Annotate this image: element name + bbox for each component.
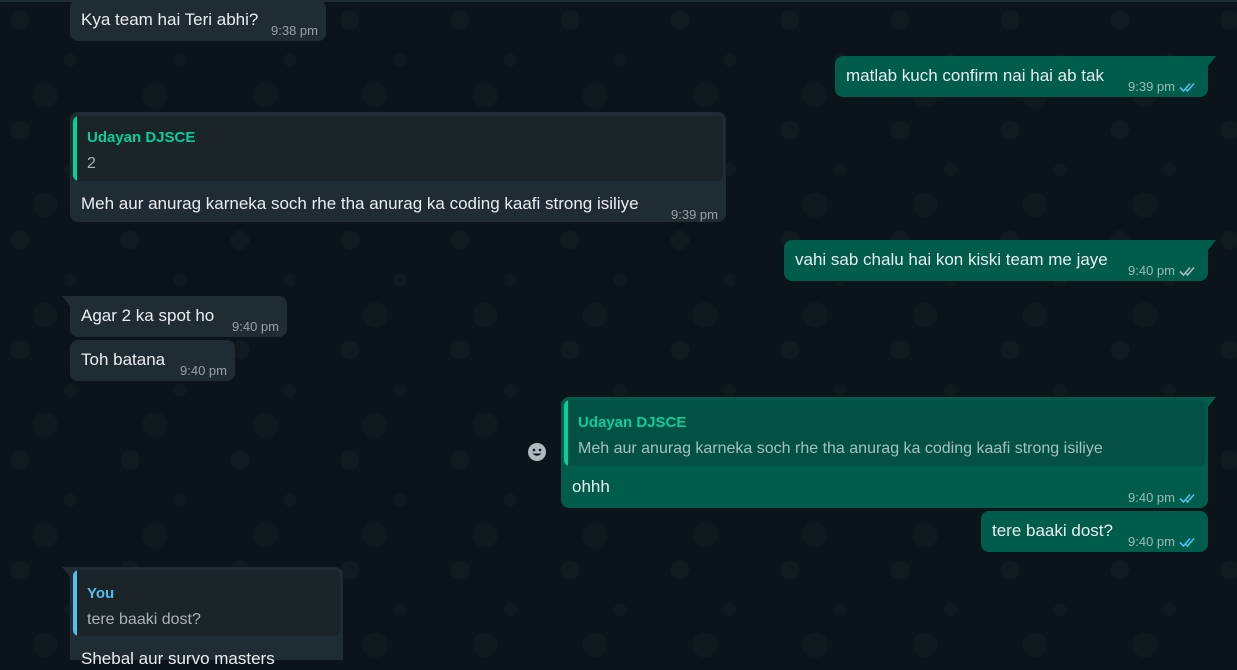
message-time: 9:40 pm bbox=[1128, 260, 1199, 282]
quote-accent-bar bbox=[73, 570, 77, 636]
time-label: 9:39 pm bbox=[671, 207, 718, 222]
quote-author: Udayan DJSCE bbox=[87, 129, 196, 146]
message-time: 9:40 pm bbox=[232, 316, 279, 338]
read-ticks-icon bbox=[1179, 537, 1195, 548]
message-time: 9:40 pm bbox=[180, 360, 227, 382]
delivered-ticks-icon bbox=[1179, 266, 1195, 277]
message-text: Kya team hai Teri abhi? bbox=[81, 10, 259, 29]
message-outgoing[interactable]: Udayan DJSCE Meh aur anurag karneka soch… bbox=[561, 397, 1216, 509]
time-label: 9:40 pm bbox=[1128, 534, 1175, 549]
message-text: ohhh bbox=[572, 477, 610, 496]
read-ticks-icon bbox=[1179, 493, 1195, 504]
quote-author: Udayan DJSCE bbox=[578, 414, 687, 431]
quote-text: Meh aur anurag karneka soch rhe tha anur… bbox=[578, 440, 1103, 457]
time-label: 9:40 pm bbox=[1128, 263, 1175, 278]
message-incoming[interactable]: You tere baaki dost? Shebal aur survo ma… bbox=[62, 567, 343, 668]
time-label: 9:39 pm bbox=[1128, 79, 1175, 94]
message-text: Shebal aur survo masters bbox=[81, 649, 275, 668]
message-time: 9:40 pm bbox=[1128, 531, 1199, 553]
message-incoming[interactable]: Kya team hai Teri abhi? 9:38 pm bbox=[70, 0, 326, 41]
message-incoming[interactable]: Udayan DJSCE 2 Meh aur anurag karneka so… bbox=[70, 112, 726, 222]
message-outgoing[interactable]: tere baaki dost? 9:40 pm bbox=[981, 511, 1208, 552]
message-text: tere baaki dost? bbox=[992, 521, 1113, 540]
read-ticks-icon bbox=[1179, 82, 1195, 93]
reaction-button[interactable] bbox=[522, 437, 552, 467]
time-label: 9:40 pm bbox=[180, 363, 227, 378]
quote-text: 2 bbox=[87, 155, 96, 172]
message-time: 9:40 pm bbox=[1128, 487, 1199, 509]
message-outgoing[interactable]: matlab kuch confirm nai hai ab tak 9:39 … bbox=[835, 56, 1216, 98]
time-label: 9:40 pm bbox=[232, 319, 279, 334]
message-text: Agar 2 ka spot ho bbox=[81, 306, 215, 325]
quote-accent-bar bbox=[564, 400, 568, 466]
message-text: vahi sab chalu hai kon kiski team me jay… bbox=[795, 250, 1108, 269]
message-text: matlab kuch confirm nai hai ab tak bbox=[846, 66, 1104, 85]
message-incoming[interactable]: Agar 2 ka spot ho 9:40 pm bbox=[62, 296, 287, 338]
time-label: 9:38 pm bbox=[271, 23, 318, 38]
message-incoming[interactable]: Toh batana 9:40 pm bbox=[70, 340, 235, 381]
message-time: 9:39 pm bbox=[671, 204, 718, 226]
message-text: Meh aur anurag karneka soch rhe tha anur… bbox=[81, 194, 639, 213]
quote-author: You bbox=[87, 585, 115, 602]
message-outgoing[interactable]: vahi sab chalu hai kon kiski team me jay… bbox=[784, 240, 1216, 282]
quote-text: tere baaki dost? bbox=[87, 611, 201, 628]
quoted-message[interactable]: You tere baaki dost? bbox=[73, 570, 340, 636]
time-label: 9:40 pm bbox=[1128, 490, 1175, 505]
message-time: 9:38 pm bbox=[271, 20, 318, 42]
message-text: Toh batana bbox=[81, 350, 166, 369]
message-time: 9:39 pm bbox=[1128, 76, 1199, 98]
quoted-message[interactable]: Udayan DJSCE Meh aur anurag karneka soch… bbox=[564, 400, 1205, 466]
quote-accent-bar bbox=[73, 116, 77, 181]
quoted-message[interactable]: Udayan DJSCE 2 bbox=[73, 116, 723, 181]
emoji-smile-icon bbox=[528, 443, 546, 461]
